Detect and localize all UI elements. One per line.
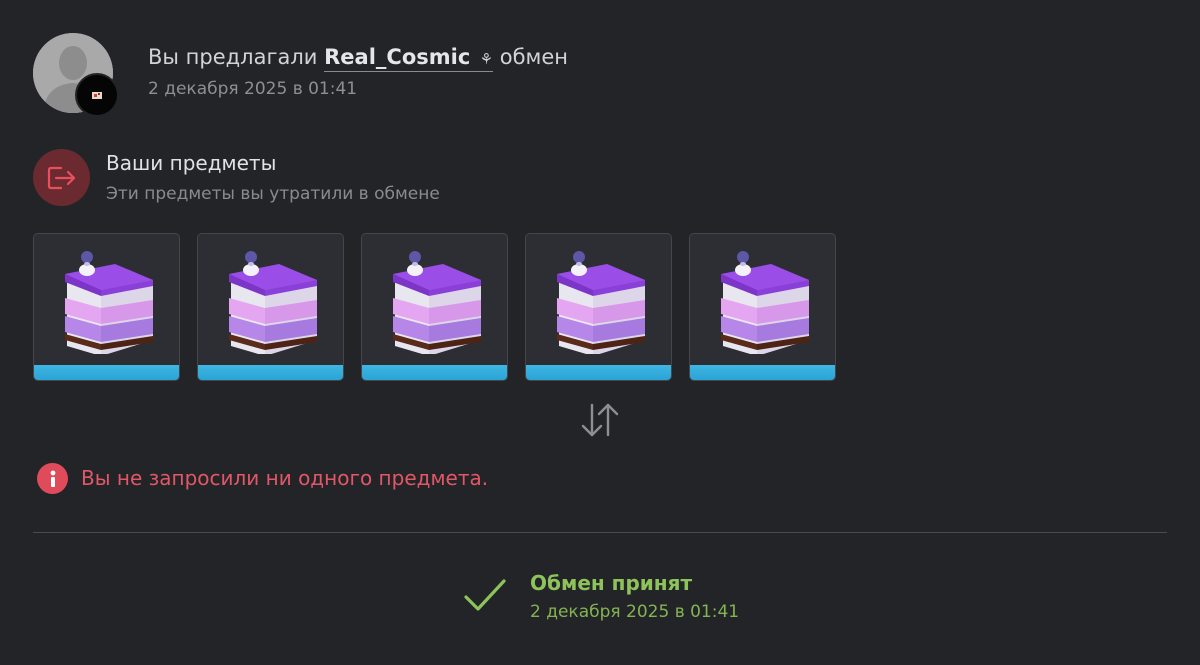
trade-history-entry: Вы предлагали Real_Cosmic ⚘ обмен 2 дека… xyxy=(0,0,1200,665)
trade-header: Вы предлагали Real_Cosmic ⚘ обмен xyxy=(148,45,569,72)
section-subtitle: Эти предметы вы утратили в обмене xyxy=(106,184,440,204)
rarity-bar xyxy=(198,365,343,380)
cake-slice-icon xyxy=(557,251,645,354)
trade-date: 2 декабря 2025 в 01:41 xyxy=(148,79,358,99)
avatar-badge-icon xyxy=(75,73,119,117)
no-items-requested-warning: Вы не запросили ни одного предмета. xyxy=(81,466,489,490)
status-title: Обмен принят xyxy=(530,571,693,595)
checkmark-icon xyxy=(463,578,507,616)
user-avatar[interactable] xyxy=(33,33,119,117)
rarity-bar xyxy=(526,365,671,380)
item-card[interactable] xyxy=(197,233,344,381)
item-card[interactable] xyxy=(525,233,672,381)
item-card[interactable] xyxy=(361,233,508,381)
info-icon xyxy=(37,463,68,494)
status-date: 2 декабря 2025 в 01:41 xyxy=(530,602,740,622)
rarity-bar xyxy=(362,365,507,380)
cake-slice-icon xyxy=(229,251,317,354)
header-prefix: Вы предлагали xyxy=(148,45,318,69)
rarity-bar xyxy=(690,365,835,380)
swap-arrows-icon xyxy=(578,402,622,442)
item-list xyxy=(33,233,836,381)
username: Real_Cosmic xyxy=(324,45,471,69)
username-link[interactable]: Real_Cosmic ⚘ xyxy=(324,45,494,72)
rarity-bar xyxy=(34,365,179,380)
exit-icon xyxy=(33,149,90,206)
cake-slice-icon xyxy=(393,251,481,354)
sprout-icon: ⚘ xyxy=(479,50,494,68)
cake-slice-icon xyxy=(721,251,809,354)
cake-slice-icon xyxy=(65,251,153,354)
item-card[interactable] xyxy=(689,233,836,381)
divider xyxy=(33,532,1167,533)
header-suffix: обмен xyxy=(499,45,569,69)
item-card[interactable] xyxy=(33,233,180,381)
section-title: Ваши предметы xyxy=(106,151,277,175)
